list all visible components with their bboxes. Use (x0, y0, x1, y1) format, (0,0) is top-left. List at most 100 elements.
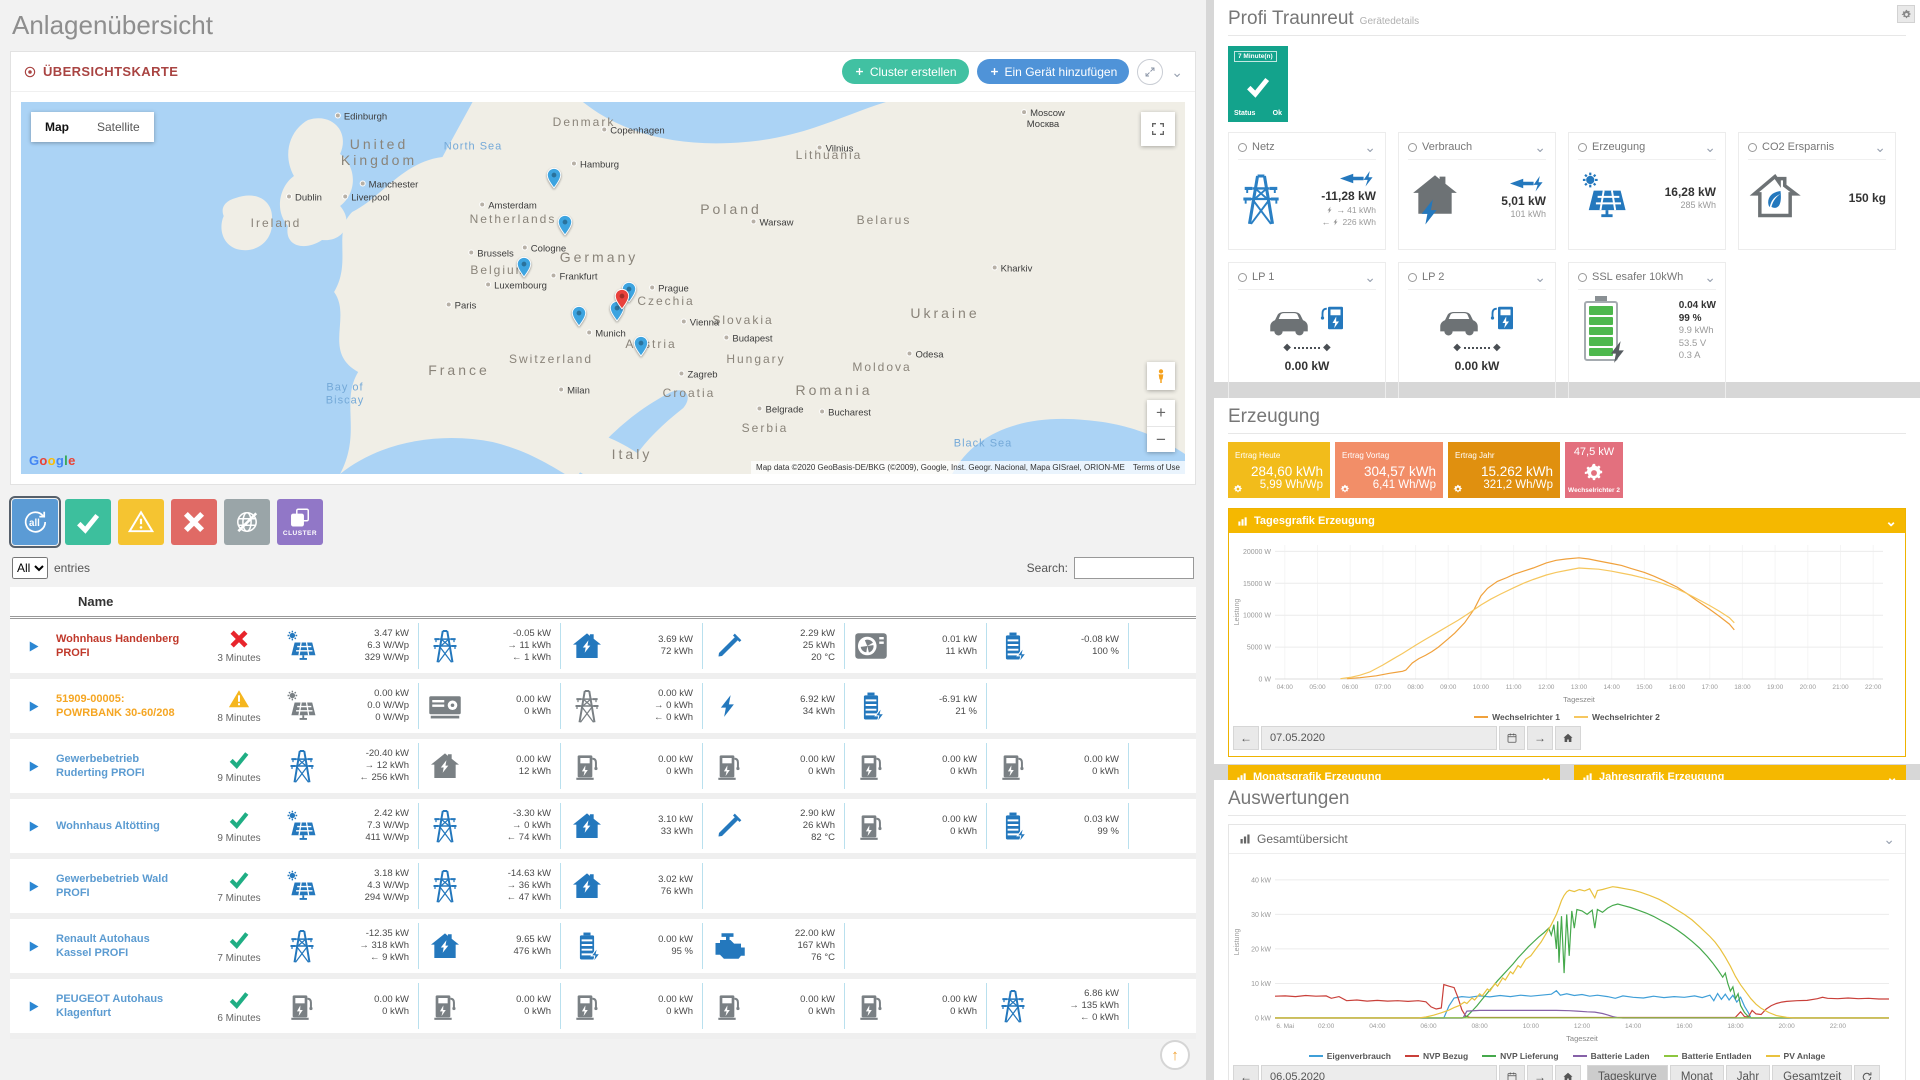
row-name[interactable]: PEUGEOT AutohausKlagenfurt (56, 992, 202, 1020)
status-ok-icon (228, 808, 250, 830)
play-icon[interactable] (26, 699, 41, 714)
view-button-tageskurve[interactable]: Tageskurve (1587, 1065, 1668, 1080)
svg-text:18:00: 18:00 (1727, 1023, 1744, 1030)
stat-card[interactable]: Ertrag Jahr15.262 kWh321,2 Wh/Wp (1448, 442, 1560, 498)
play-icon[interactable] (26, 639, 41, 654)
filter-offline[interactable] (224, 499, 270, 545)
gesamtuebersicht-header[interactable]: Gesamtübersicht ⌄ (1229, 825, 1905, 854)
filter-cluster[interactable]: CLUSTER (277, 499, 323, 545)
search-input[interactable] (1074, 557, 1194, 579)
legend-item[interactable]: Wechselrichter 2 (1574, 712, 1660, 722)
map-type-map[interactable]: Map (31, 112, 83, 142)
zoom-out-button[interactable]: − (1147, 426, 1175, 452)
stat-card-label: Ertrag Vortag (1342, 451, 1389, 460)
settings-button[interactable] (1897, 5, 1915, 23)
table-row: GewerbebetriebRuderting PROFI9 Minutes-2… (10, 739, 1196, 799)
play-icon[interactable] (26, 879, 41, 894)
map-pin[interactable] (543, 167, 565, 189)
legend-item[interactable]: NVP Bezug (1405, 1051, 1468, 1061)
chevron-down-icon[interactable]: ⌄ (1704, 140, 1716, 154)
home-button[interactable] (1555, 1065, 1581, 1080)
map-pin[interactable] (554, 214, 576, 236)
status-tile[interactable]: 7 Minute(n) Status Ok (1228, 46, 1288, 122)
next-day-button[interactable]: → (1527, 726, 1553, 750)
zoom-in-button[interactable]: + (1147, 400, 1175, 426)
play-icon[interactable] (26, 819, 41, 834)
map-pin[interactable] (630, 335, 652, 357)
row-name[interactable]: Gewerbebetrieb WaldPROFI (56, 872, 202, 900)
scroll-to-top-button[interactable]: ↑ (1160, 1040, 1190, 1070)
collapse-card-chevron[interactable]: ⌄ (1171, 65, 1183, 79)
stat-card-inverter[interactable]: 47,5 kWWechselrichter 2 (1565, 442, 1623, 498)
chevron-down-icon[interactable]: ⌄ (1364, 140, 1376, 154)
device-value: ← 74 kWh (507, 832, 551, 844)
prev-day-button[interactable]: ← (1233, 726, 1259, 750)
chevron-down-icon[interactable]: ⌄ (1364, 270, 1376, 284)
filter-all[interactable] (12, 499, 58, 545)
legend-item[interactable]: Batterie Entladen (1664, 1051, 1752, 1061)
map-pin[interactable] (513, 256, 535, 278)
name-column-header[interactable]: Name (78, 594, 113, 609)
battv-icon (854, 689, 888, 723)
fullscreen-icon (1150, 121, 1166, 137)
refresh-button[interactable] (1854, 1065, 1880, 1080)
pylon-icon (430, 868, 460, 904)
home-button[interactable] (1555, 726, 1581, 750)
chevron-down-icon[interactable]: ⌄ (1534, 270, 1546, 284)
view-button-monat[interactable]: Monat (1670, 1065, 1724, 1080)
pegman-control[interactable] (1147, 362, 1175, 390)
date-input[interactable] (1261, 726, 1497, 750)
row-name[interactable]: 51909-00005:POWRBANK 30-60/208 (56, 692, 202, 720)
chevron-down-icon[interactable]: ⌄ (1874, 140, 1886, 154)
stat-card[interactable]: Ertrag Vortag304,57 kWh6,41 Wh/Wp (1335, 442, 1443, 498)
device-value: ← 0 kWh (1069, 1012, 1119, 1024)
legend-item[interactable]: Wechselrichter 1 (1474, 712, 1560, 722)
next-day-button[interactable]: → (1527, 1065, 1553, 1080)
expand-card-button[interactable] (1137, 59, 1163, 85)
map-pin[interactable] (611, 288, 633, 310)
map-pin[interactable] (568, 305, 590, 327)
date-input[interactable] (1261, 1065, 1497, 1080)
calendar-button[interactable] (1499, 726, 1525, 750)
chevron-down-icon[interactable]: ⌄ (1883, 832, 1895, 846)
row-name[interactable]: Wohnhaus Altötting (56, 819, 202, 833)
row-name[interactable]: Wohnhaus HandenbergPROFI (56, 632, 202, 660)
google-map[interactable]: United KingdomIrelandFranceGermanyPoland… (21, 102, 1185, 474)
add-device-button[interactable]: Ein Gerät hinzufügen (977, 59, 1130, 84)
entries-select[interactable]: All (12, 557, 48, 579)
chevron-down-icon[interactable]: ⌄ (1885, 514, 1897, 528)
play-icon[interactable] (26, 999, 41, 1014)
diamond-icon: ◆ (1453, 342, 1461, 353)
svg-text:30 kW: 30 kW (1251, 912, 1271, 919)
calendar-button[interactable] (1499, 1065, 1525, 1080)
legend-item[interactable]: PV Anlage (1766, 1051, 1826, 1061)
create-cluster-button[interactable]: Cluster erstellen (842, 59, 969, 84)
filter-warning[interactable] (118, 499, 164, 545)
map-terms-link[interactable]: Terms of Use (1133, 463, 1180, 472)
stat-card[interactable]: Ertrag Heute284,60 kWh5,99 Wh/Wp (1228, 442, 1330, 498)
row-name[interactable]: Renault AutohausKassel PROFI (56, 932, 202, 960)
view-button-jahr[interactable]: Jahr (1726, 1065, 1770, 1080)
play-icon[interactable] (26, 939, 41, 954)
map-label: Netherlands (470, 213, 557, 227)
map-type-satellite[interactable]: Satellite (83, 112, 154, 142)
chevron-down-icon[interactable]: ⌄ (1534, 140, 1546, 154)
view-button-gesamtzeit[interactable]: Gesamtzeit (1772, 1065, 1852, 1080)
filter-error[interactable] (171, 499, 217, 545)
prev-day-button[interactable]: ← (1233, 1065, 1259, 1080)
filter-ok[interactable] (65, 499, 111, 545)
legend-label: Batterie Laden (1591, 1051, 1650, 1061)
map-fullscreen-button[interactable] (1141, 112, 1175, 146)
stat-card-sub: 6,41 Wh/Wp (1342, 479, 1436, 491)
status-ok-icon (228, 988, 250, 1010)
device-icon-wrap (282, 685, 322, 727)
play-icon[interactable] (26, 759, 41, 774)
legend-item[interactable]: Eigenverbrauch (1309, 1051, 1391, 1061)
tagesgrafik-header[interactable]: Tagesgrafik Erzeugung ⌄ (1229, 509, 1905, 533)
legend-item[interactable]: Batterie Laden (1573, 1051, 1650, 1061)
gear-icon (1340, 484, 1350, 494)
legend-item[interactable]: NVP Lieferung (1482, 1051, 1558, 1061)
chevron-down-icon[interactable]: ⌄ (1704, 270, 1716, 284)
row-name[interactable]: GewerbebetriebRuderting PROFI (56, 752, 202, 780)
device-values: 0.00 kW0 kWh (1084, 754, 1128, 778)
